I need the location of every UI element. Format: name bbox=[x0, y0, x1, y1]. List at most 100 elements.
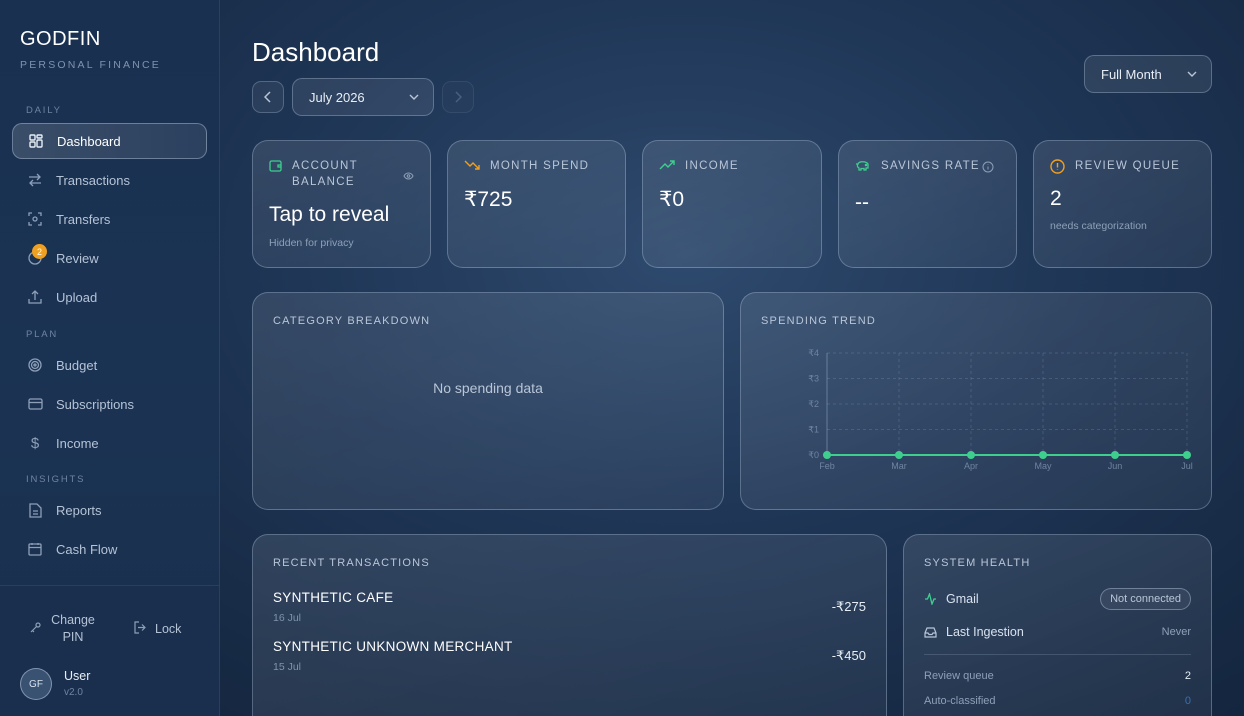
sidebar-item-budget[interactable]: Budget bbox=[12, 347, 207, 383]
sidebar-item-label: Transactions bbox=[56, 172, 130, 188]
sidebar-item-transfers[interactable]: Transfers bbox=[12, 201, 207, 237]
dollar-icon: $ bbox=[30, 434, 40, 452]
data-point bbox=[895, 451, 903, 459]
account-balance-sub: Hidden for privacy bbox=[269, 237, 354, 249]
sidebar-item-transactions[interactable]: Transactions bbox=[12, 162, 207, 198]
user-name: User bbox=[64, 669, 91, 683]
section-plan: PLAN bbox=[26, 329, 59, 340]
y-tick-label: ₹0 bbox=[808, 450, 819, 460]
sidebar-footer: Change PIN Lock GF User v2.0 bbox=[0, 585, 219, 716]
brand-name: GODFIN bbox=[20, 28, 101, 50]
eye-icon[interactable] bbox=[403, 167, 414, 185]
divider bbox=[924, 654, 1191, 655]
tx-amount: -₹275 bbox=[831, 599, 866, 614]
recent-transactions-title: RECENT TRANSACTIONS bbox=[273, 557, 430, 569]
sidebar-item-label: Dashboard bbox=[57, 133, 121, 149]
sidebar-item-reports[interactable]: Reports bbox=[12, 492, 207, 528]
calendar-icon bbox=[27, 541, 43, 557]
tx-name: SYNTHETIC UNKNOWN MERCHANT bbox=[273, 639, 513, 654]
activity-icon bbox=[925, 593, 936, 605]
sidebar-item-label: Budget bbox=[56, 357, 98, 373]
spending-trend-chart: ₹0 ₹1 ₹2 ₹3 ₹4 Feb Mar Apr May Jun Jul bbox=[808, 348, 1193, 471]
sidebar-item-upload[interactable]: Upload bbox=[12, 279, 207, 315]
y-tick-label: ₹1 bbox=[808, 425, 819, 435]
savings-rate-card: SAVINGS RATE -- bbox=[838, 140, 1017, 268]
grid-icon bbox=[28, 133, 44, 149]
category-breakdown-title: CATEGORY BREAKDOWN bbox=[273, 315, 431, 327]
chevron-right-icon bbox=[455, 91, 462, 103]
ingestion-value: Never bbox=[1161, 626, 1191, 638]
sidebar-item-label: Review bbox=[56, 250, 99, 266]
sidebar-item-label: Upload bbox=[56, 289, 98, 305]
x-tick-label: May bbox=[1034, 461, 1052, 471]
info-icon[interactable] bbox=[982, 160, 994, 178]
lock-label: Lock bbox=[155, 622, 182, 636]
recent-transactions-card: RECENT TRANSACTIONS SYNTHETIC CAFE 16 Ju… bbox=[252, 534, 887, 716]
gmail-row: Gmail Not connected bbox=[924, 588, 1191, 610]
data-point bbox=[1183, 451, 1191, 459]
x-tick-label: Jun bbox=[1108, 461, 1123, 471]
x-tick-label: Apr bbox=[964, 461, 978, 471]
document-icon bbox=[27, 502, 43, 518]
sidebar-item-review[interactable]: 2 Review bbox=[12, 240, 207, 276]
arrows-icon bbox=[27, 172, 43, 188]
brand-subtitle: PERSONAL FINANCE bbox=[20, 59, 161, 71]
card-icon bbox=[27, 396, 43, 412]
chevron-down-icon bbox=[1187, 71, 1197, 77]
section-daily: DAILY bbox=[26, 105, 62, 116]
sidebar-item-label: Cash Flow bbox=[56, 541, 118, 557]
period-select[interactable]: Full Month bbox=[1084, 55, 1212, 93]
chevron-left-icon bbox=[264, 91, 271, 103]
account-balance-card[interactable]: ACCOUNT BALANCE Tap to reveal Hidden for… bbox=[252, 140, 431, 268]
sidebar-item-subscriptions[interactable]: Subscriptions bbox=[12, 386, 207, 422]
logout-icon bbox=[134, 621, 147, 637]
spending-trend-title: SPENDING TREND bbox=[761, 315, 876, 327]
change-pin-button[interactable]: Change PIN bbox=[30, 612, 95, 646]
review-queue-row: Review queue 2 bbox=[924, 670, 1191, 682]
trend-up-icon bbox=[659, 159, 675, 175]
month-spend-label: MONTH SPEND bbox=[464, 158, 589, 175]
sidebar-item-dashboard[interactable]: Dashboard bbox=[12, 123, 207, 159]
prev-month-button[interactable] bbox=[252, 81, 284, 113]
tx-name: SYNTHETIC CAFE bbox=[273, 590, 394, 605]
account-balance-value[interactable]: Tap to reveal bbox=[269, 203, 389, 227]
review-queue-card[interactable]: REVIEW QUEUE 2 needs categorization bbox=[1033, 140, 1212, 268]
upload-icon bbox=[27, 289, 43, 305]
key-icon bbox=[30, 622, 41, 636]
auto-classified-row: Auto-classified 0 bbox=[924, 695, 1191, 707]
empty-state: No spending data bbox=[433, 380, 543, 396]
alert-icon bbox=[1050, 159, 1065, 179]
status-badge[interactable]: Not connected bbox=[1100, 588, 1191, 610]
system-health-title: SYSTEM HEALTH bbox=[924, 557, 1031, 569]
data-point bbox=[967, 451, 975, 459]
avatar[interactable]: GF bbox=[20, 668, 52, 700]
trend-down-icon bbox=[464, 159, 480, 175]
y-tick-label: ₹2 bbox=[808, 399, 819, 409]
review-icon: 2 bbox=[27, 244, 47, 266]
account-balance-label: ACCOUNT BALANCE bbox=[269, 158, 367, 190]
next-month-button[interactable] bbox=[442, 81, 474, 113]
review-badge: 2 bbox=[32, 244, 47, 259]
piggy-bank-icon bbox=[855, 159, 871, 177]
category-breakdown-card: CATEGORY BREAKDOWN No spending data bbox=[252, 292, 724, 510]
data-point bbox=[1039, 451, 1047, 459]
period-select-value: Full Month bbox=[1101, 66, 1162, 82]
month-select[interactable]: July 2026 bbox=[292, 78, 434, 116]
income-card: INCOME ₹0 bbox=[642, 140, 822, 268]
inbox-icon bbox=[924, 626, 937, 638]
sidebar-item-income[interactable]: $ Income bbox=[12, 425, 207, 461]
savings-rate-value: -- bbox=[855, 191, 869, 214]
lock-button[interactable]: Lock bbox=[134, 621, 181, 637]
month-select-value: July 2026 bbox=[309, 89, 365, 105]
sidebar-item-label: Reports bbox=[56, 502, 102, 518]
y-tick-label: ₹3 bbox=[808, 374, 819, 384]
wallet-icon bbox=[269, 159, 282, 177]
ingestion-label: Last Ingestion bbox=[946, 625, 1024, 639]
sidebar-item-cash-flow[interactable]: Cash Flow bbox=[12, 531, 207, 567]
sidebar-item-label: Subscriptions bbox=[56, 396, 135, 412]
ingestion-row: Last Ingestion Never bbox=[924, 625, 1191, 639]
x-tick-label: Jul bbox=[1181, 461, 1193, 471]
income-value: ₹0 bbox=[659, 188, 685, 211]
change-pin-label: Change PIN bbox=[51, 613, 95, 644]
month-spend-value: ₹725 bbox=[464, 188, 513, 211]
